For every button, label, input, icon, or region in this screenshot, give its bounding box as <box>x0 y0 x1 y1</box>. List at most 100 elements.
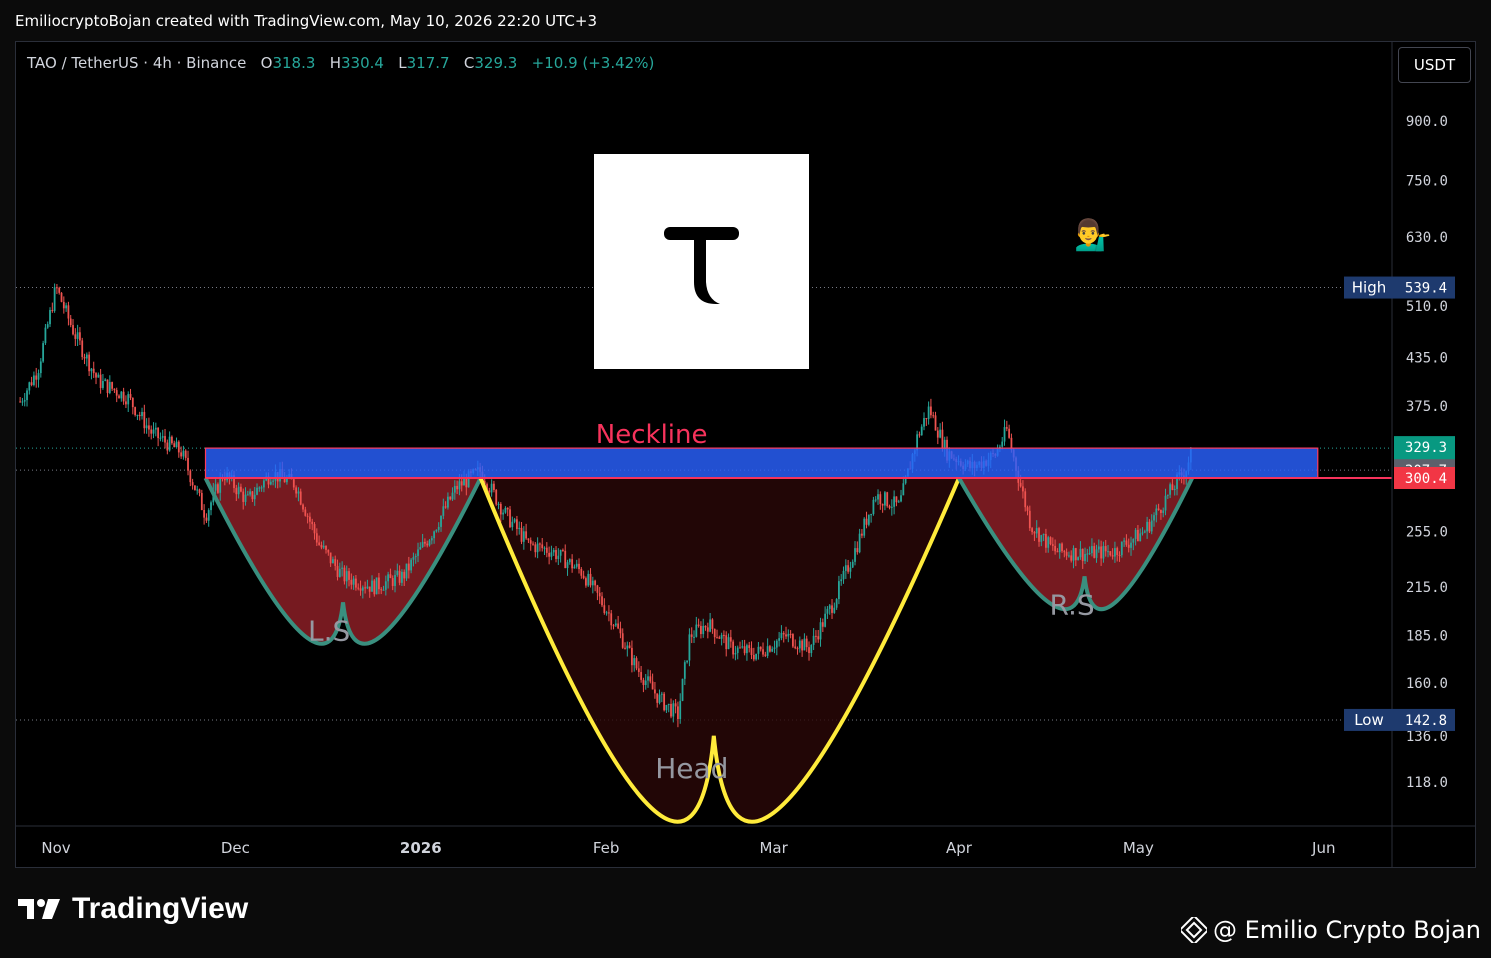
price-label-value: 329.3 <box>1405 440 1447 456</box>
candle-body <box>1084 554 1086 562</box>
price-chart[interactable]: L.S Head R.S Neckline 900.0 750.0 630.0 510.0 4… <box>0 0 1491 958</box>
candle-body <box>348 571 350 580</box>
candle-body <box>350 579 353 585</box>
candle-body <box>90 368 93 372</box>
candle-body <box>543 547 546 549</box>
price-tick-label: 750.0 <box>1406 173 1448 189</box>
candle-body <box>548 552 551 557</box>
candle-body <box>725 635 728 650</box>
candle-body <box>1102 546 1105 559</box>
candle-body <box>920 426 923 436</box>
candle-body <box>872 499 875 515</box>
time-axis: Nov Dec 2026 Feb Mar Apr May Jun <box>16 825 1475 857</box>
candle-body <box>1116 548 1119 555</box>
candle-body <box>361 587 364 591</box>
candle-body <box>803 638 806 651</box>
candle-body <box>79 332 81 341</box>
candle-body <box>585 578 587 586</box>
candle-body <box>440 515 442 527</box>
candle-body <box>131 397 134 408</box>
candle-body <box>1114 548 1116 557</box>
candle-body <box>33 375 35 385</box>
candle-body <box>407 563 410 571</box>
candle-body <box>532 543 534 545</box>
candle-body <box>26 390 28 401</box>
candle-body <box>670 703 672 717</box>
candle-body <box>295 487 298 494</box>
candle-body <box>336 565 339 577</box>
candle-body <box>573 566 576 569</box>
candle-body <box>453 485 456 493</box>
candle-body <box>700 625 702 635</box>
candle-body <box>603 605 606 613</box>
candle-body <box>594 580 597 586</box>
candle-body <box>801 640 804 651</box>
candle-body <box>488 490 491 493</box>
candle-body <box>1107 551 1109 553</box>
candle-body <box>550 552 553 557</box>
candle-body <box>194 485 196 491</box>
candle-body <box>718 637 721 639</box>
candle-body <box>637 668 640 673</box>
candle-body <box>1047 537 1050 548</box>
candle-body <box>835 599 838 608</box>
candle-body <box>1162 510 1165 513</box>
candle-body <box>251 491 254 500</box>
candle-body <box>647 676 649 681</box>
candle-body <box>642 679 645 686</box>
candle-body <box>65 305 68 309</box>
candle-body <box>364 587 367 589</box>
candle-body <box>414 555 417 558</box>
candle-body <box>614 623 617 626</box>
candle-body <box>1058 543 1061 553</box>
candle-body <box>923 418 925 427</box>
candle-body <box>529 540 532 544</box>
candle-body <box>19 401 22 403</box>
candle-body <box>83 356 86 359</box>
price-label-value: 142.8 <box>1405 713 1447 729</box>
candle-body <box>1068 555 1070 557</box>
candle-body <box>589 573 592 586</box>
candle-body <box>249 491 252 495</box>
candle-body <box>292 479 295 488</box>
candle-body <box>253 494 256 500</box>
candle-body <box>819 622 822 640</box>
candle-body <box>297 491 300 494</box>
candle-body <box>173 443 176 448</box>
candle-body <box>1049 537 1052 545</box>
time-tick-label: Nov <box>41 839 70 857</box>
candle-body <box>419 547 422 550</box>
candle-body <box>881 503 884 506</box>
candle-body <box>518 527 521 529</box>
candle-body <box>1141 532 1144 534</box>
candle-body <box>755 653 758 660</box>
candle-body <box>391 578 394 586</box>
candle-body <box>1063 551 1066 553</box>
candle-body <box>1130 542 1132 548</box>
candle-body <box>568 559 571 563</box>
candle-body <box>617 623 620 629</box>
candle-body <box>157 427 160 439</box>
candle-body <box>732 641 735 655</box>
candle-body <box>861 533 863 536</box>
time-tick-label: Apr <box>946 839 973 857</box>
currency-button[interactable]: USDT <box>1398 47 1471 83</box>
candle-body <box>424 541 426 544</box>
candle-body <box>884 492 886 506</box>
candle-body <box>497 503 500 505</box>
candle-body <box>1111 555 1114 557</box>
candle-body <box>320 544 323 548</box>
candle-body <box>141 412 143 417</box>
candle-body <box>815 635 817 637</box>
candle-body <box>1061 543 1063 552</box>
candle-body <box>787 633 790 637</box>
candle-body <box>332 559 334 564</box>
candle-body <box>936 430 939 438</box>
candle-body <box>690 634 693 637</box>
tradingview-brand[interactable]: TradingView <box>18 892 248 926</box>
candle-body <box>849 567 852 572</box>
symbol-legend: TAO / TetherUS · 4h · Binance O318.3 H33… <box>27 54 654 72</box>
candle-body <box>403 571 406 579</box>
candle-body <box>677 706 679 720</box>
candle-body <box>1024 491 1027 508</box>
